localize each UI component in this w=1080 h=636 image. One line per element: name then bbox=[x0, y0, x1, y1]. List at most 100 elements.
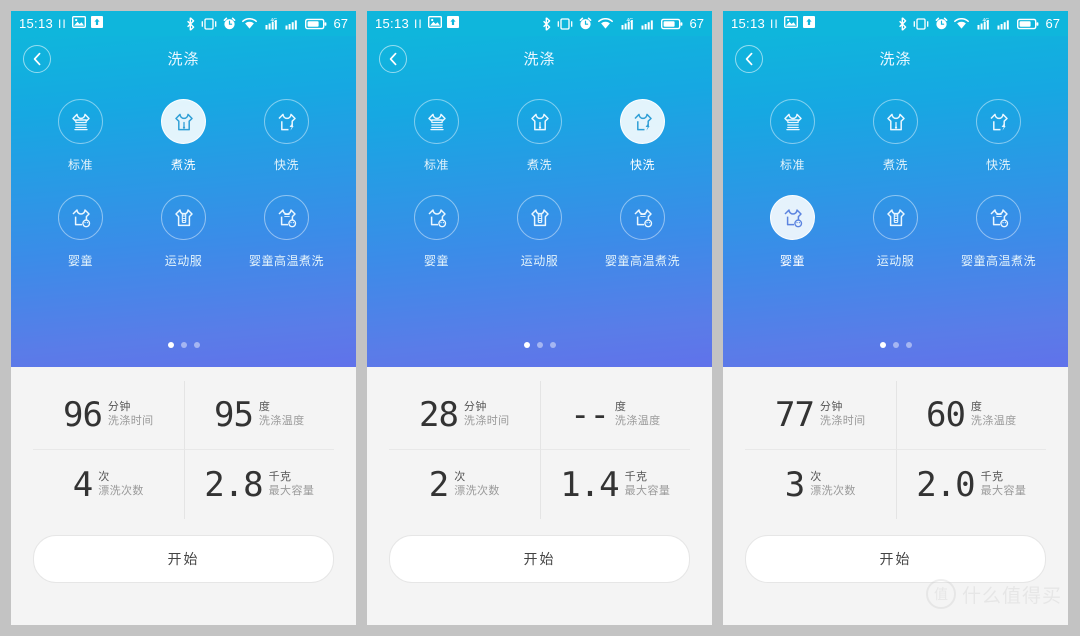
image-icon bbox=[427, 15, 442, 31]
program-label: 婴童 bbox=[423, 254, 449, 268]
bluetooth-icon bbox=[186, 16, 195, 31]
program-label: 婴童高温煮洗 bbox=[960, 254, 1036, 268]
stat-wash-time: 77 分钟 洗涤时间 bbox=[745, 381, 896, 450]
page-indicator bbox=[11, 342, 356, 348]
stat-unit: 次 bbox=[454, 470, 466, 483]
shirt-wave-icon bbox=[58, 99, 103, 144]
signal-4g-icon: 4G bbox=[263, 17, 279, 30]
stat-wash-time: 96 分钟 洗涤时间 bbox=[33, 381, 184, 450]
program-item-sports[interactable]: 运动服 bbox=[844, 195, 947, 269]
page-dot-3[interactable] bbox=[193, 342, 200, 348]
program-item-boil[interactable]: 煮洗 bbox=[132, 99, 235, 173]
shirt-boil-icon bbox=[161, 99, 206, 144]
clock-label: 15:13 bbox=[19, 16, 54, 31]
program-item-sports[interactable]: 运动服 bbox=[488, 195, 591, 269]
page-dot-1[interactable] bbox=[167, 342, 174, 348]
signal-icon bbox=[285, 17, 299, 30]
page-title: 洗涤 bbox=[879, 51, 912, 68]
page-dot-3[interactable] bbox=[905, 342, 912, 348]
stats-grid: 28 分钟 洗涤时间 -- 度 洗涤温度 2 次 漂洗次数 1.4 千克 最大容… bbox=[367, 367, 712, 519]
wifi-icon bbox=[241, 17, 257, 30]
start-button-area: 开始 bbox=[11, 519, 356, 625]
program-item-standard[interactable]: 标准 bbox=[385, 99, 488, 173]
battery-icon bbox=[304, 18, 327, 30]
back-button[interactable] bbox=[379, 44, 407, 73]
program-item-standard[interactable]: 标准 bbox=[741, 99, 844, 173]
program-selector-panel: 洗涤 标准 煮洗 快洗 婴童 运动服 婴童高温煮洗 bbox=[723, 36, 1068, 367]
program-item-baby-hot[interactable]: 婴童高温煮洗 bbox=[947, 195, 1050, 269]
image-icon bbox=[71, 15, 86, 31]
screenshot-collage: 15:13 II 4G 67 洗涤 标准 煮洗 快洗 婴童 运动服 婴童高温煮洗… bbox=[0, 0, 1080, 636]
stat-value: 77 bbox=[774, 395, 815, 435]
program-item-quick[interactable]: 快洗 bbox=[591, 99, 694, 173]
stat-unit: 分钟 bbox=[819, 401, 843, 413]
stat-desc: 洗涤时间 bbox=[463, 415, 510, 427]
start-button[interactable]: 开始 bbox=[745, 535, 1046, 583]
start-button-area: 开始 bbox=[723, 519, 1068, 625]
stat-desc: 漂洗次数 bbox=[454, 484, 500, 497]
battery-icon bbox=[660, 18, 683, 30]
program-item-baby[interactable]: 婴童 bbox=[741, 195, 844, 269]
stat-desc: 洗涤时间 bbox=[107, 415, 154, 427]
chevron-left-icon bbox=[388, 52, 399, 66]
alarm-icon bbox=[579, 17, 592, 30]
program-item-quick[interactable]: 快洗 bbox=[235, 99, 338, 173]
program-item-boil[interactable]: 煮洗 bbox=[844, 99, 947, 173]
stat-unit: 度 bbox=[970, 401, 983, 413]
page-dot-3[interactable] bbox=[549, 342, 556, 348]
program-item-baby-hot[interactable]: 婴童高温煮洗 bbox=[591, 195, 694, 269]
status-bar-left: 15:13 II bbox=[731, 15, 815, 31]
stats-card: 28 分钟 洗涤时间 -- 度 洗涤温度 2 次 漂洗次数 1.4 千克 最大容… bbox=[367, 367, 712, 625]
battery-percent-label: 67 bbox=[689, 16, 704, 31]
program-label: 标准 bbox=[67, 158, 93, 172]
program-item-sports[interactable]: 运动服 bbox=[132, 195, 235, 269]
program-item-standard[interactable]: 标准 bbox=[29, 99, 132, 173]
back-button[interactable] bbox=[23, 44, 51, 73]
start-button[interactable]: 开始 bbox=[33, 535, 334, 583]
stat-unit: 千克 bbox=[624, 470, 648, 483]
stat-value: 1.4 bbox=[560, 464, 619, 505]
stat-unit: 千克 bbox=[980, 470, 1004, 483]
pause-icon: II bbox=[770, 16, 779, 31]
wifi-icon bbox=[597, 17, 613, 30]
stat-unit: 度 bbox=[614, 401, 627, 413]
program-item-quick[interactable]: 快洗 bbox=[947, 99, 1050, 173]
shirt-sports-icon bbox=[873, 195, 918, 240]
vibrate-icon bbox=[913, 17, 929, 30]
program-item-boil[interactable]: 煮洗 bbox=[488, 99, 591, 173]
page-dot-2[interactable] bbox=[536, 342, 543, 348]
clock-label: 15:13 bbox=[731, 16, 766, 31]
page-dot-2[interactable] bbox=[180, 342, 187, 348]
stat-desc: 漂洗次数 bbox=[98, 484, 144, 497]
stat-unit: 分钟 bbox=[107, 401, 131, 413]
bluetooth-icon bbox=[898, 16, 907, 31]
program-label: 快洗 bbox=[273, 158, 299, 172]
shirt-baby-hot-icon bbox=[620, 195, 665, 240]
page-dot-1[interactable] bbox=[879, 342, 886, 348]
page-dot-2[interactable] bbox=[892, 342, 899, 348]
stat-value: 4 bbox=[72, 464, 94, 505]
program-item-baby[interactable]: 婴童 bbox=[29, 195, 132, 269]
stat-unit: 次 bbox=[810, 470, 822, 483]
upload-icon bbox=[90, 16, 103, 31]
stat-capacity: 2.0 千克 最大容量 bbox=[895, 450, 1047, 519]
battery-percent-label: 67 bbox=[333, 16, 348, 31]
bluetooth-icon bbox=[542, 16, 551, 31]
program-label: 标准 bbox=[423, 158, 449, 172]
stat-value: 2.8 bbox=[204, 464, 263, 505]
page-dot-1[interactable] bbox=[523, 342, 530, 348]
shirt-baby-icon bbox=[58, 195, 103, 240]
alarm-icon bbox=[223, 17, 236, 30]
start-button[interactable]: 开始 bbox=[389, 535, 690, 583]
shirt-sports-icon bbox=[161, 195, 206, 240]
program-item-baby[interactable]: 婴童 bbox=[385, 195, 488, 269]
program-label: 快洗 bbox=[985, 158, 1011, 172]
phone-screen-1: 15:13 II 4G 67 洗涤 标准 煮洗 快洗 婴童 运动服 婴童高温煮洗… bbox=[11, 11, 356, 625]
program-item-baby-hot[interactable]: 婴童高温煮洗 bbox=[235, 195, 338, 269]
back-button[interactable] bbox=[735, 44, 763, 73]
stat-desc: 洗涤温度 bbox=[614, 415, 661, 427]
stat-value: -- bbox=[569, 395, 610, 435]
stats-grid: 77 分钟 洗涤时间 60 度 洗涤温度 3 次 漂洗次数 2.0 千克 最大容… bbox=[723, 367, 1068, 519]
program-label: 快洗 bbox=[629, 158, 655, 172]
shirt-baby-hot-icon bbox=[976, 195, 1021, 240]
